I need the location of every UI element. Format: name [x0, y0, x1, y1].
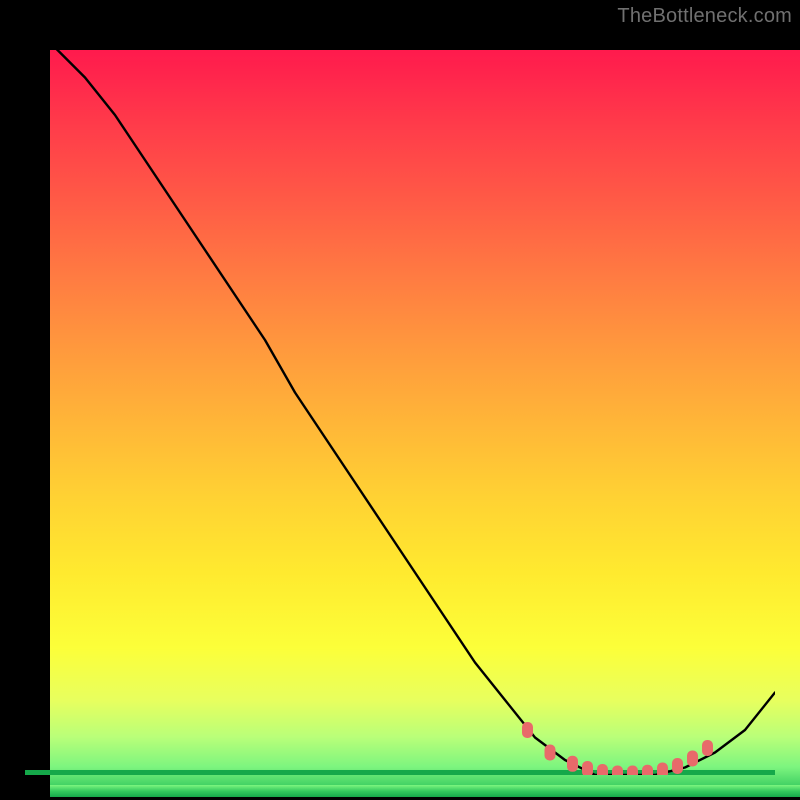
bottleneck-curve	[25, 25, 775, 775]
watermark-text: TheBottleneck.com	[617, 5, 792, 28]
highlight-marker	[582, 761, 593, 775]
highlight-marker	[687, 751, 698, 767]
highlight-marker	[597, 764, 608, 775]
highlight-marker	[672, 758, 683, 774]
highlight-marker	[567, 756, 578, 772]
curve-layer	[25, 25, 775, 775]
chart-svg	[25, 25, 775, 775]
highlight-marker	[627, 766, 638, 776]
highlight-marker	[702, 740, 713, 756]
optimal-zone-strip	[50, 785, 800, 797]
highlight-marker	[545, 745, 556, 761]
highlight-marker	[612, 766, 623, 776]
highlight-marker	[522, 722, 533, 738]
highlight-marker	[642, 765, 653, 775]
highlight-marker	[657, 763, 668, 776]
